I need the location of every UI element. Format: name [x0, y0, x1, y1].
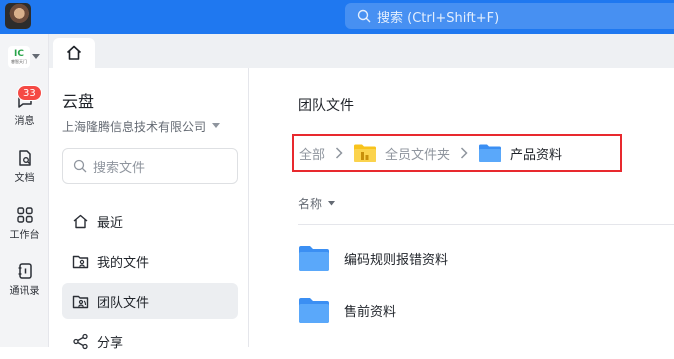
file-search-placeholder: 搜索文件 — [93, 160, 146, 176]
global-search-box[interactable]: 搜索 (Ctrl+Shift+F) — [345, 3, 674, 29]
team-folder-icon — [72, 295, 89, 308]
rail-item-docs[interactable]: 文档 — [0, 149, 49, 184]
rail-item-workbench[interactable]: 工作台 — [0, 206, 49, 241]
file-row[interactable]: 编码规则报错资料 — [298, 238, 674, 278]
top-bar: 搜索 (Ctrl+Shift+F) — [0, 0, 674, 34]
sidebar-item-label: 我的文件 — [97, 255, 150, 271]
sidebar-item-label: 最近 — [97, 215, 124, 231]
org-logo-mark: IC — [14, 49, 24, 59]
contacts-icon — [18, 263, 32, 279]
caret-down-icon[interactable] — [32, 54, 40, 60]
sidebar-item-label: 团队文件 — [97, 295, 150, 311]
breadcrumb-item-all[interactable]: 全部 — [299, 144, 325, 163]
search-icon — [73, 159, 87, 173]
rail-item-label: 消息 — [14, 116, 35, 127]
tab-home[interactable] — [53, 38, 95, 68]
breadcrumb-item-all-staff[interactable]: 全员文件夹 — [385, 144, 450, 163]
rail-item-label: 文档 — [14, 173, 35, 184]
folder-icon — [299, 246, 329, 271]
sidebar-item-team-files[interactable]: 团队文件 — [62, 283, 238, 319]
sidebar-item-label: 分享 — [97, 335, 124, 351]
sidebar-item-share[interactable]: 分享 — [62, 323, 238, 359]
caret-down-icon — [328, 201, 336, 206]
divider — [298, 224, 674, 225]
org-logo-caption: 睿智天门 — [11, 59, 27, 64]
apps-grid-icon — [16, 207, 33, 223]
rail-item-contacts[interactable]: 通讯录 — [0, 262, 49, 297]
main-panel: 团队文件 全部 全员文件夹 产品资料 名称 编码规则报错资料 售前资料 — [250, 68, 674, 347]
rail-item-label: 通讯录 — [9, 286, 40, 297]
chevron-right-icon — [335, 147, 343, 159]
chevron-right-icon — [460, 147, 468, 159]
column-header-name[interactable]: 名称 — [298, 195, 336, 212]
page-title: 团队文件 — [298, 98, 354, 114]
left-rail: IC 睿智天门 33 消息 文档 工作台 通讯录 — [0, 34, 49, 347]
tab-strip — [49, 34, 674, 68]
file-name: 编码规则报错资料 — [344, 252, 449, 268]
file-row[interactable]: 售前资料 — [298, 290, 674, 330]
home-icon — [66, 45, 82, 60]
home-outline-icon — [73, 214, 88, 228]
global-search-placeholder: 搜索 (Ctrl+Shift+F) — [377, 10, 500, 26]
avatar[interactable] — [5, 3, 31, 29]
rail-item-label: 工作台 — [9, 230, 40, 241]
org-logo[interactable]: IC 睿智天门 — [8, 46, 30, 68]
folder-icon — [299, 298, 329, 323]
shared-folder-icon — [353, 143, 377, 163]
unread-badge: 33 — [17, 85, 42, 101]
caret-down-icon[interactable] — [212, 123, 220, 129]
sidebar-item-my-files[interactable]: 我的文件 — [62, 243, 238, 279]
breadcrumb: 全部 全员文件夹 产品资料 — [292, 134, 622, 172]
file-name: 售前资料 — [344, 304, 397, 320]
breadcrumb-item-current: 产品资料 — [510, 147, 563, 163]
file-search-input[interactable]: 搜索文件 — [62, 148, 238, 184]
column-header-label: 名称 — [298, 197, 323, 211]
search-icon — [357, 9, 371, 23]
document-icon — [18, 150, 31, 166]
sidebar-item-recent[interactable]: 最近 — [62, 203, 238, 239]
sidebar-title: 云盘 — [62, 92, 95, 111]
rail-item-messages[interactable]: 33 消息 — [0, 85, 49, 127]
drive-sidebar: 云盘 上海隆腾信息技术有限公司 搜索文件 最近 我的文件 团队文件 分享 — [49, 68, 249, 351]
folder-icon — [478, 143, 502, 163]
org-switcher[interactable]: 上海隆腾信息技术有限公司 — [62, 118, 206, 135]
user-folder-icon — [72, 255, 89, 268]
